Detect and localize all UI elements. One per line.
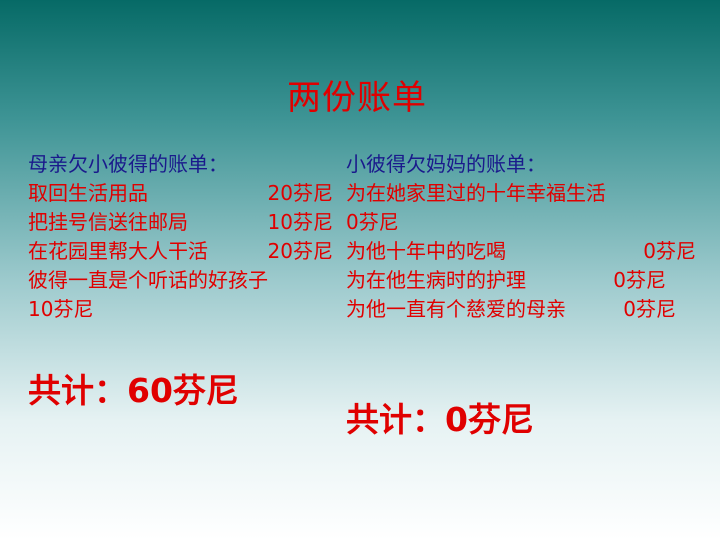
bill-item-amount: 0芬尼 <box>346 210 399 234</box>
bill-item: 为他一直有个慈爱的母亲 0芬尼 <box>346 295 696 324</box>
bill-item-amount: 20芬尼 <box>267 181 333 205</box>
bill-item-amount: 10芬尼 <box>28 297 94 321</box>
bill-item: 为在他生病时的护理 0芬尼 <box>346 266 696 295</box>
bill-item-amount: 0芬尼 <box>623 297 676 321</box>
bill-item: 为他十年中的吃喝 0芬尼 <box>346 237 696 266</box>
bill-item-amount: 10芬尼 <box>267 210 333 234</box>
bill-item-label: 取回生活用品 <box>28 181 148 205</box>
bill-item-amount: 0芬尼 <box>643 239 696 263</box>
right-bill: 小彼得欠妈妈的账单： 为在她家里过的十年幸福生活 0芬尼 为他十年中的吃喝 0芬… <box>346 150 696 324</box>
bill-item: 彼得一直是个听话的好孩子 10芬尼 <box>28 266 333 324</box>
right-bill-total: 共计：0芬尼 <box>346 400 534 439</box>
bill-item-label: 为他一直有个慈爱的母亲 <box>346 297 566 321</box>
left-bill: 母亲欠小彼得的账单： 取回生活用品 20芬尼 把挂号信送往邮局 10芬尼 在花园… <box>28 150 333 324</box>
bill-item: 把挂号信送往邮局 10芬尼 <box>28 208 333 237</box>
bill-item-label: 为在他生病时的护理 <box>346 268 526 292</box>
slide: 两份账单 母亲欠小彼得的账单： 取回生活用品 20芬尼 把挂号信送往邮局 10芬… <box>0 0 720 540</box>
left-bill-heading: 母亲欠小彼得的账单： <box>28 152 228 176</box>
bill-item-label: 为在她家里过的十年幸福生活 <box>346 181 606 205</box>
bill-item-label: 彼得一直是个听话的好孩子 <box>28 268 268 292</box>
slide-title: 两份账单 <box>287 78 427 118</box>
left-bill-total: 共计：60芬尼 <box>28 371 239 410</box>
right-bill-heading: 小彼得欠妈妈的账单： <box>346 152 546 176</box>
bill-item-label: 在花园里帮大人干活 <box>28 239 208 263</box>
bill-item-label: 为他十年中的吃喝 <box>346 239 506 263</box>
bill-item-amount: 0芬尼 <box>613 268 666 292</box>
bill-item-amount: 20芬尼 <box>267 239 333 263</box>
bill-item: 取回生活用品 20芬尼 <box>28 179 333 208</box>
bill-item: 在花园里帮大人干活 20芬尼 <box>28 237 333 266</box>
bill-item-label: 把挂号信送往邮局 <box>28 210 188 234</box>
bill-item: 为在她家里过的十年幸福生活 0芬尼 <box>346 179 696 237</box>
